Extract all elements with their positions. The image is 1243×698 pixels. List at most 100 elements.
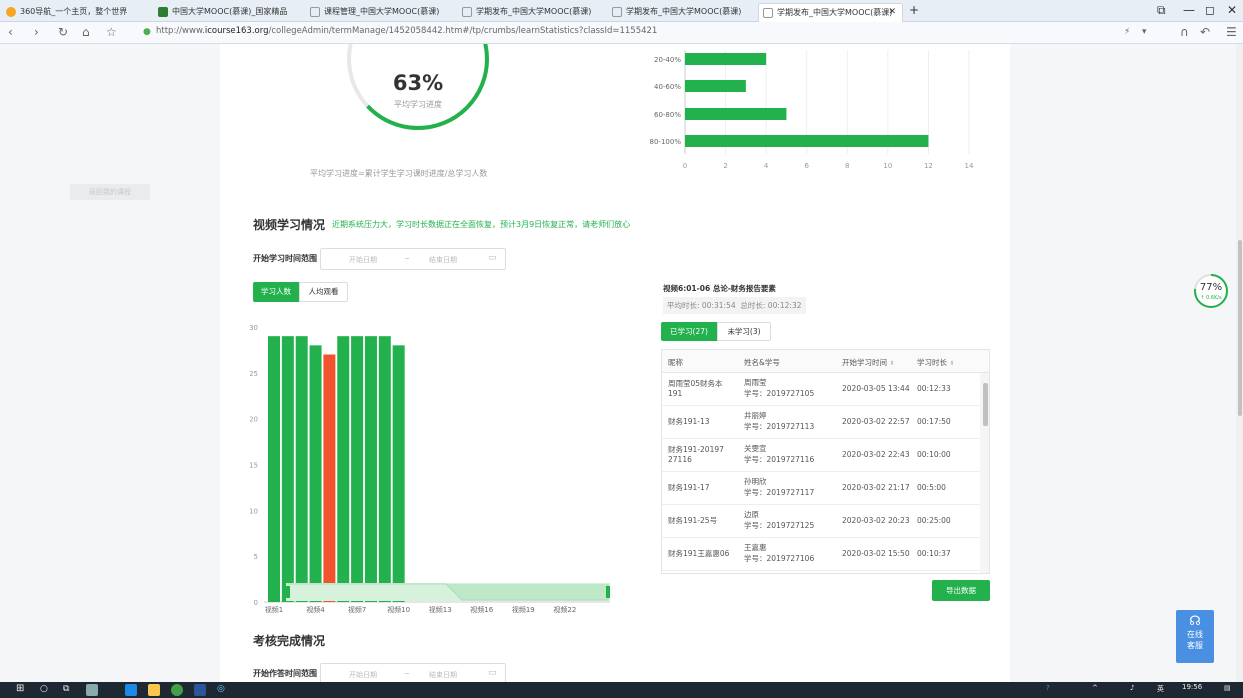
tab-page-icon <box>763 8 773 18</box>
progress-formula: 平均学习进度=累计学生学习课时进度/总学习人数 <box>310 169 488 178</box>
y-tick-label: 25 <box>250 370 258 378</box>
search-icon[interactable]: ○ <box>40 684 48 694</box>
col-duration[interactable]: 学习时长 ⬍ <box>917 357 954 368</box>
table-row: 财务191-13 井丽婷 学号：2019727113 2020-03-02 22… <box>662 406 980 439</box>
app-icon[interactable] <box>86 684 98 696</box>
windows-start-icon[interactable]: ⊞ <box>16 683 24 694</box>
answer-date-label: 开始作答时间范围 <box>253 669 317 678</box>
date-range-picker[interactable]: 开始日期 ~ 结束日期 ▭ <box>320 248 506 270</box>
home-icon[interactable]: ⌂ <box>82 25 90 39</box>
table-row: 财务191-2019727116 关雯宣 学号：2019727116 2020-… <box>662 439 980 472</box>
tray-chevron-icon[interactable]: ^ <box>1092 684 1098 692</box>
cell-start-time: 2020-03-02 22:57 <box>842 417 910 426</box>
answer-end-input[interactable]: 结束日期 <box>429 670 457 680</box>
tab-label: 学期发布_中国大学MOOC(慕课) <box>626 7 742 16</box>
sort-icon[interactable]: ⬍ <box>949 360 954 367</box>
undo-icon[interactable]: ↶ <box>1200 25 1210 39</box>
task-view-icon[interactable]: ⧉ <box>63 684 69 694</box>
category-label: 20-40% <box>654 56 681 64</box>
page-scroll-thumb[interactable] <box>1238 240 1242 416</box>
calendar-icon[interactable]: ▭ <box>488 668 497 678</box>
sort-icon[interactable]: ⬍ <box>889 360 894 367</box>
browser-tab-active[interactable]: 学期发布_中国大学MOOC(慕课) ✕ <box>758 3 903 22</box>
data-zoom-slider[interactable] <box>286 583 610 601</box>
x-tick-label: 视频1 <box>265 605 283 614</box>
export-data-button[interactable]: 导出数据 <box>932 580 990 601</box>
col-duration-label: 学习时长 <box>917 358 947 367</box>
bar-视频7 <box>351 336 364 602</box>
browser-tab-1[interactable]: 360导航_一个主页，整个世界 <box>2 3 152 22</box>
tab-label: 360导航_一个主页，整个世界 <box>20 7 128 16</box>
help-icon[interactable]: ? <box>1046 684 1050 692</box>
tab-page-icon <box>612 7 622 17</box>
extension-icon[interactable]: ⚡ <box>1124 27 1130 37</box>
date-start-input[interactable]: 开始日期 <box>349 255 377 265</box>
forward-icon[interactable]: › <box>34 25 39 39</box>
new-tab-button[interactable]: + <box>909 3 919 17</box>
chevron-down-icon[interactable]: ▾ <box>1142 27 1147 37</box>
tab-page-icon <box>462 7 472 17</box>
360-browser-icon[interactable] <box>171 684 183 696</box>
magnifier-icon[interactable]: ◎ <box>217 684 225 694</box>
close-window-icon[interactable]: ✕ <box>1227 3 1237 17</box>
ime-indicator[interactable]: 英 <box>1157 684 1164 694</box>
date-end-input[interactable]: 结束日期 <box>429 255 457 265</box>
date-separator: ~ <box>404 255 410 263</box>
file-explorer-icon[interactable] <box>148 684 160 696</box>
y-tick-label: 20 <box>250 416 258 424</box>
x-tick-label: 10 <box>883 162 892 170</box>
online-service-button[interactable]: ☊ 在线 客服 <box>1176 610 1214 663</box>
browser-tab-2[interactable]: 中国大学MOOC(慕课)_国家精品 <box>154 3 304 22</box>
answer-date-picker[interactable]: 开始日期 ~ 结束日期 ▭ <box>320 663 506 682</box>
cell-duration: 00:25:00 <box>917 516 951 525</box>
x-tick-label: 视频10 <box>387 605 410 614</box>
sidebar-ghost-item[interactable]: 返回我的课程 <box>70 184 150 200</box>
ie-browser-icon[interactable] <box>125 684 137 696</box>
category-label: 60-80% <box>654 111 681 119</box>
cell-duration: 00:12:33 <box>917 384 951 393</box>
tab-learned[interactable]: 已学习(27) <box>661 322 717 341</box>
browser-tab-3[interactable]: 课程管理_中国大学MOOC(慕课) <box>306 3 456 22</box>
slider-handle-right <box>606 586 610 598</box>
tab-learners[interactable]: 学习人数 <box>253 282 299 302</box>
browser-tab-5[interactable]: 学期发布_中国大学MOOC(慕课) <box>608 3 756 22</box>
cell-nickname: 周雨莹05财务本191 <box>668 379 723 398</box>
refresh-icon[interactable]: ↻ <box>58 25 68 39</box>
table-scroll-thumb[interactable] <box>983 383 988 426</box>
cell-name: 井丽婷 <box>744 411 767 420</box>
clock-time[interactable]: 19:56 <box>1182 683 1202 691</box>
restore-icon[interactable]: ⧉ <box>1157 3 1166 18</box>
tab-close-icon[interactable]: ✕ <box>888 4 896 21</box>
tab-avg-watch[interactable]: 人均观看 <box>299 282 348 302</box>
menu-icon[interactable]: ☰ <box>1226 25 1237 39</box>
cell-duration: 00:17:50 <box>917 417 951 426</box>
cell-start-time: 2020-03-02 20:23 <box>842 516 910 525</box>
favorite-star-icon[interactable]: ☆ <box>106 25 117 39</box>
x-tick-label: 视频4 <box>306 605 325 614</box>
notification-icon[interactable]: ▤ <box>1224 684 1231 692</box>
col-start-time[interactable]: 开始学习时间 ⬍ <box>842 357 894 368</box>
progress-percent: 63% <box>392 71 444 95</box>
account-icon[interactable]: ∩ <box>1180 25 1189 39</box>
back-icon[interactable]: ‹ <box>8 25 13 39</box>
url-domain: icourse163.org <box>204 26 269 36</box>
url-field[interactable]: http://www.icourse163.org/collegeAdmin/t… <box>156 26 657 36</box>
y-tick-label: 15 <box>250 462 258 470</box>
answer-start-input[interactable]: 开始日期 <box>349 670 377 680</box>
bar-40-60% <box>685 80 746 92</box>
bar-视频9 <box>378 336 391 602</box>
tab-unlearned[interactable]: 未学习(3) <box>717 322 771 341</box>
minimize-icon[interactable]: — <box>1183 3 1195 17</box>
cell-duration: 00:10:00 <box>917 450 951 459</box>
browser-tab-4[interactable]: 学期发布_中国大学MOOC(慕课) <box>458 3 606 22</box>
volume-icon[interactable]: ♪ <box>1130 684 1134 692</box>
cell-student-id: 学号：2019727116 <box>744 455 815 464</box>
bar-视频1 <box>268 336 280 602</box>
avg-duration: 平均时长: 00:31:54 <box>667 301 736 310</box>
maximize-icon[interactable]: ◻ <box>1205 3 1215 17</box>
cell-student-id: 学号：2019727113 <box>744 422 815 431</box>
tab-label: 学期发布_中国大学MOOC(慕课) <box>777 8 893 17</box>
x-tick-label: 视频19 <box>512 605 535 614</box>
calendar-icon[interactable]: ▭ <box>488 253 497 263</box>
word-icon[interactable] <box>194 684 206 696</box>
